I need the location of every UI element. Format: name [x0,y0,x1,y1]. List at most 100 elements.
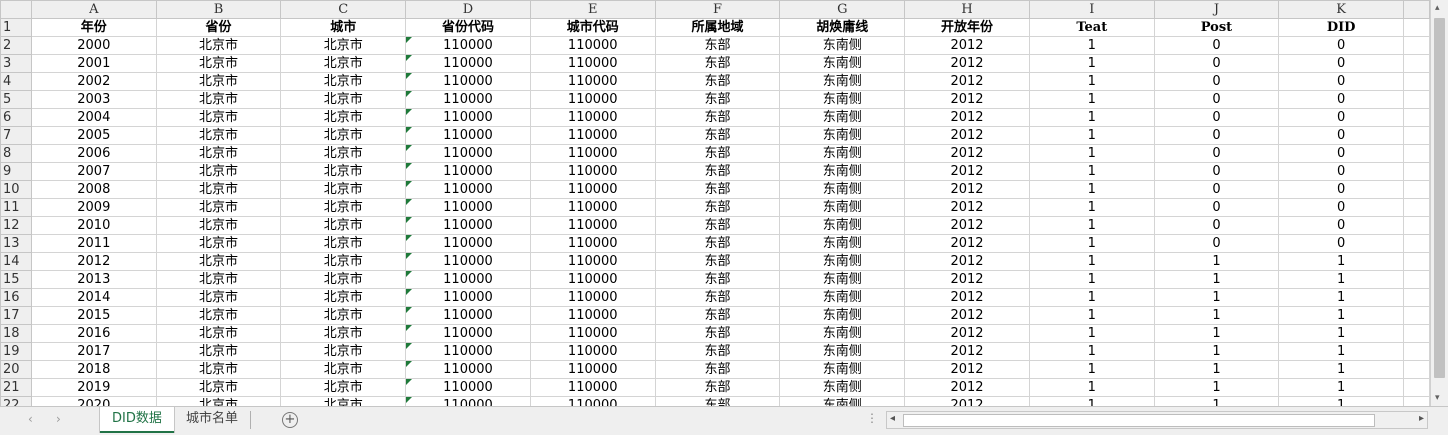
cell-province[interactable]: 北京市 [155,162,282,181]
cell-teat[interactable]: 1 [1028,234,1155,253]
cell-hu-line[interactable]: 东南侧 [779,90,906,109]
cell-province-code[interactable]: 110000 [405,198,531,217]
cell-city-code[interactable]: 110000 [529,360,656,379]
cell-province-code[interactable]: 110000 [405,126,531,145]
cell-city-code[interactable]: 110000 [529,306,656,325]
cell-province-code[interactable]: 110000 [405,324,531,343]
cell-province-code[interactable]: 110000 [405,378,531,397]
cell-province[interactable]: 北京市 [155,270,282,289]
scroll-down-icon[interactable]: ▾ [1435,393,1440,403]
cell-teat[interactable]: 1 [1028,306,1155,325]
cell-empty[interactable] [1403,396,1430,406]
cell-post[interactable]: 1 [1153,306,1280,325]
cell-did[interactable]: 0 [1278,72,1404,91]
cell-city[interactable]: 北京市 [280,396,407,406]
cell-city-code[interactable]: 110000 [529,378,656,397]
cell-region[interactable]: 东部 [654,270,781,289]
cell-city-code[interactable]: 110000 [529,162,656,181]
cell-teat[interactable]: 1 [1028,342,1155,361]
cell-city-code[interactable]: 110000 [529,270,656,289]
cell-empty[interactable] [1403,306,1430,325]
row-header[interactable]: 6 [0,108,32,127]
cell-open-year[interactable]: 2012 [904,144,1030,163]
cell-teat[interactable]: 1 [1028,126,1155,145]
cell-region[interactable]: 东部 [654,90,781,109]
cell-year[interactable]: 2005 [30,126,157,145]
cell-province[interactable]: 北京市 [155,396,282,406]
cell-open-year[interactable]: 2012 [904,90,1030,109]
cell-city-code[interactable]: 110000 [529,126,656,145]
cell-year[interactable]: 2019 [30,378,157,397]
cell-post[interactable]: 0 [1153,180,1280,199]
cell-hu-line[interactable]: 东南侧 [779,108,906,127]
column-header-empty[interactable] [1403,0,1430,19]
cell-did[interactable]: 1 [1278,252,1404,271]
cell-province[interactable]: 北京市 [155,90,282,109]
cell-province[interactable]: 北京市 [155,360,282,379]
cell-did[interactable]: 1 [1278,342,1404,361]
cell-open-year[interactable]: 2012 [904,234,1030,253]
column-header[interactable]: H [904,0,1030,19]
cell-empty[interactable] [1403,342,1430,361]
cell-city-code[interactable]: 110000 [529,342,656,361]
cell-region[interactable]: 东部 [654,342,781,361]
cell-post[interactable]: 0 [1153,198,1280,217]
cell-city-code[interactable]: 110000 [529,324,656,343]
row-header[interactable]: 20 [0,360,32,379]
cell-city[interactable]: 北京市 [280,306,407,325]
cell-province-code[interactable]: 110000 [405,36,531,55]
cell-open-year[interactable]: 2012 [904,108,1030,127]
cell-open-year[interactable]: 2012 [904,360,1030,379]
cell-city-code[interactable]: 110000 [529,252,656,271]
cell-hu-line[interactable]: 东南侧 [779,36,906,55]
cell-header-post[interactable]: Post [1153,18,1280,37]
row-header[interactable]: 5 [0,90,32,109]
row-header[interactable]: 19 [0,342,32,361]
cell-teat[interactable]: 1 [1028,90,1155,109]
cell-open-year[interactable]: 2012 [904,180,1030,199]
cell-province[interactable]: 北京市 [155,342,282,361]
cell-city[interactable]: 北京市 [280,198,407,217]
cell-year[interactable]: 2011 [30,234,157,253]
cell-empty[interactable] [1403,288,1430,307]
cell-region[interactable]: 东部 [654,162,781,181]
cell-hu-line[interactable]: 东南侧 [779,54,906,73]
cell-region[interactable]: 东部 [654,378,781,397]
cell-did[interactable]: 0 [1278,54,1404,73]
cell-region[interactable]: 东部 [654,36,781,55]
cell-teat[interactable]: 1 [1028,180,1155,199]
cell-region[interactable]: 东部 [654,216,781,235]
cell-year[interactable]: 2009 [30,198,157,217]
cell-year[interactable]: 2010 [30,216,157,235]
column-header[interactable]: D [405,0,531,19]
row-header[interactable]: 18 [0,324,32,343]
column-header[interactable]: G [779,0,906,19]
cell-header-region[interactable]: 所属地域 [654,18,781,37]
cell-province[interactable]: 北京市 [155,198,282,217]
cell-empty[interactable] [1403,234,1430,253]
cell-city-code[interactable]: 110000 [529,396,656,406]
cell-province-code[interactable]: 110000 [405,342,531,361]
row-header[interactable]: 10 [0,180,32,199]
cell-did[interactable]: 0 [1278,126,1404,145]
cell-year[interactable]: 2003 [30,90,157,109]
cell-teat[interactable]: 1 [1028,270,1155,289]
row-header[interactable]: 3 [0,54,32,73]
cell-province-code[interactable]: 110000 [405,216,531,235]
row-header[interactable]: 21 [0,378,32,397]
cell-teat[interactable]: 1 [1028,324,1155,343]
cell-province-code[interactable]: 110000 [405,396,531,406]
cell-post[interactable]: 0 [1153,126,1280,145]
cell-province-code[interactable]: 110000 [405,234,531,253]
cell-empty[interactable] [1403,270,1430,289]
column-header[interactable]: F [654,0,781,19]
cell-year[interactable]: 2017 [30,342,157,361]
cell-did[interactable]: 0 [1278,36,1404,55]
cell-empty[interactable] [1403,126,1430,145]
cell-city-code[interactable]: 110000 [529,288,656,307]
cell-post[interactable]: 1 [1153,396,1280,406]
row-header[interactable]: 7 [0,126,32,145]
cell-header-hu-line[interactable]: 胡焕庸线 [779,18,906,37]
cell-empty[interactable] [1403,18,1430,37]
cell-province-code[interactable]: 110000 [405,144,531,163]
